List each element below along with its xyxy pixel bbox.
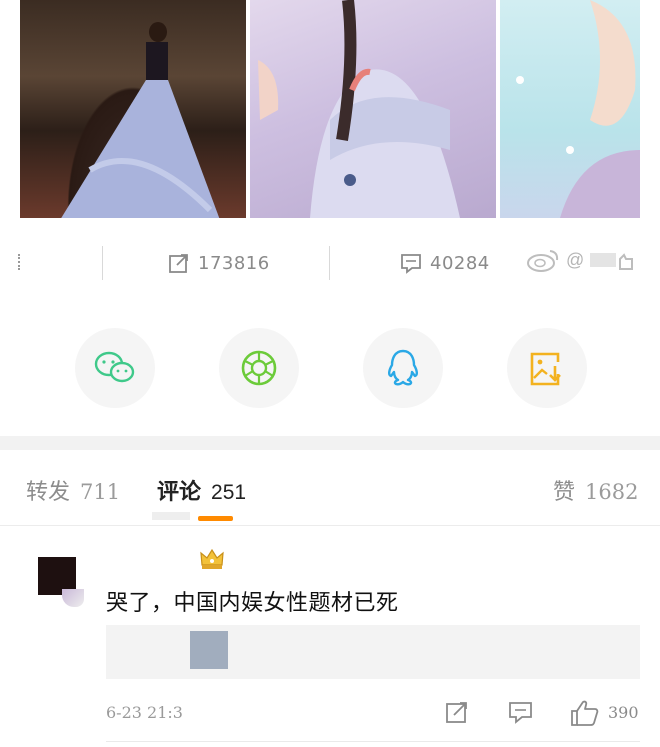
tab-repost-label: 转发 [26,479,71,504]
share-row [0,328,660,410]
avatar-partial [62,589,84,607]
comment-stat[interactable]: 40284 [400,252,490,274]
watermark-blur-icon [590,253,634,270]
stat-divider [329,246,330,280]
moments-icon [241,350,277,386]
comment-like-count: 390 [608,703,639,722]
wechat-icon [94,351,135,383]
comment-count: 40284 [430,252,490,274]
tab-repost[interactable]: 转发 711 [26,474,120,506]
tab-repost-count: 711 [80,480,121,504]
truncated-stat-fragment [18,254,22,270]
weibo-logo-icon [527,250,559,272]
embroidered-gown-figure [258,0,460,218]
share-wechat-button[interactable] [75,328,155,408]
comment-divider [106,741,640,742]
tab-comment-label: 评论 [157,479,202,504]
gown-figure [61,22,220,218]
feedback-tabs: 转发 711 评论 251 赞 1682 [0,450,660,526]
tab-comment[interactable]: 评论 251 [157,474,246,506]
save-image-icon [530,352,561,386]
tab-like-count: 1682 [585,480,639,504]
repost-stat[interactable]: 173816 [168,252,270,274]
repost-count: 173816 [198,252,270,274]
crown-badge-icon [200,548,224,569]
thumbs-up-icon[interactable] [570,699,600,727]
tab-like-label: 赞 [553,479,576,504]
qq-icon [388,349,418,386]
comment-time: 6-23 21:3 [106,703,183,722]
stats-bar: 173816 40284 @ [0,238,660,288]
photo-strip [0,0,660,222]
photo-embroidered-gown[interactable] [250,0,496,218]
comment-text: 哭了，中国内娱女性题材已死 [106,590,399,615]
share-moments-button[interactable] [219,328,299,408]
repost-icon[interactable] [444,699,470,725]
photo-illustration[interactable] [500,0,640,218]
quoted-thumbnail [190,631,228,669]
share-qq-button[interactable] [363,328,443,408]
watermark-text: @ [566,249,585,270]
weibo-watermark: @ [526,248,634,272]
photo-gown-back[interactable] [20,0,246,218]
tab-indicator-shadow [152,512,190,520]
comment-icon [401,254,421,274]
stat-divider [102,246,103,280]
save-image-button[interactable] [507,328,587,408]
reply-icon[interactable] [508,699,534,725]
quoted-content[interactable] [106,625,640,679]
comment-meta: 6-23 21:3 390 [0,699,660,729]
tab-like[interactable]: 赞 1682 [553,474,638,506]
comment-item: 哭了，中国内娱女性题材已死 6-23 21:3 390 [0,527,660,747]
tab-comment-count: 251 [211,481,247,504]
share-out-icon [169,254,188,273]
active-tab-indicator [198,516,233,521]
section-separator [0,436,660,450]
illustration-figure [516,0,640,218]
